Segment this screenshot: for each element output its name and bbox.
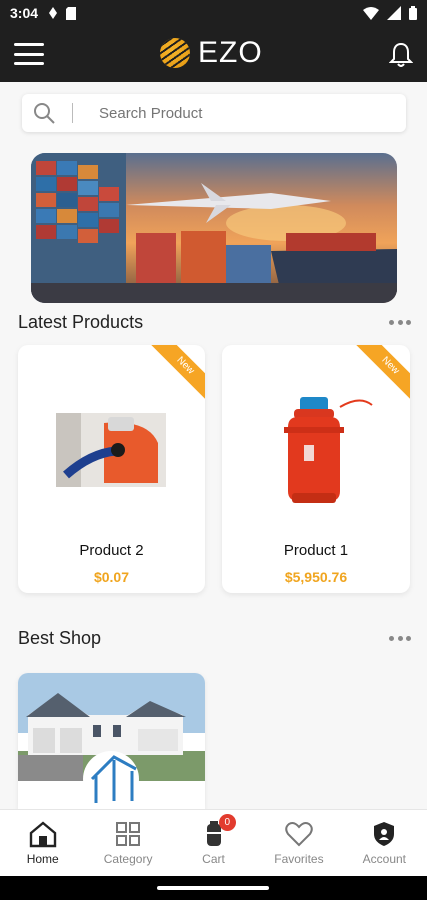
heart-icon xyxy=(285,822,313,847)
hamburger-line xyxy=(14,62,44,65)
bottom-navigation: Home Category 0 Cart Favorites Account xyxy=(0,809,427,876)
product-image xyxy=(284,397,373,503)
nav-label: Home xyxy=(26,852,59,866)
best-shop-more-button[interactable] xyxy=(389,636,411,642)
grid-icon xyxy=(116,822,141,846)
shield-user-icon xyxy=(374,822,395,846)
shop-image xyxy=(18,673,205,809)
brand-logo: EZO xyxy=(160,36,263,70)
promo-banner[interactable] xyxy=(31,153,397,303)
logo-mark-icon xyxy=(160,38,190,68)
nav-label: Cart xyxy=(202,852,225,866)
hamburger-line xyxy=(14,52,44,56)
status-time: 3:04 xyxy=(10,5,39,21)
best-shop-title: Best Shop xyxy=(18,628,102,648)
latest-more-button[interactable] xyxy=(389,320,411,326)
search-input[interactable] xyxy=(99,104,359,122)
nav-label: Favorites xyxy=(274,852,324,866)
product-name: Product 2 xyxy=(79,542,144,559)
latest-products-title: Latest Products xyxy=(18,312,144,332)
new-badge: New xyxy=(150,345,205,401)
nav-home[interactable]: Home xyxy=(0,810,85,876)
home-icon xyxy=(29,821,56,848)
search-icon xyxy=(34,103,55,124)
search-divider xyxy=(72,103,73,123)
sim-card-icon xyxy=(66,6,77,20)
menu-button[interactable] xyxy=(14,40,44,68)
gesture-bar xyxy=(0,876,427,900)
gesture-handle[interactable] xyxy=(157,886,269,890)
hamburger-line xyxy=(14,43,44,46)
nav-label: Account xyxy=(362,852,406,866)
battery-icon xyxy=(409,6,417,20)
nav-category[interactable]: Category xyxy=(85,810,170,876)
product-price: $0.07 xyxy=(93,569,130,585)
nav-label: Category xyxy=(103,852,153,866)
product-price: $5,950.76 xyxy=(284,569,348,585)
cart-badge: 0 xyxy=(218,814,236,831)
nav-account[interactable]: Account xyxy=(342,810,427,876)
brand-name: EZO xyxy=(198,36,263,69)
new-badge: New xyxy=(355,345,410,401)
search-bar[interactable] xyxy=(22,94,406,132)
shop-card[interactable] xyxy=(18,673,205,809)
bell-icon[interactable] xyxy=(389,42,413,68)
nav-favorites[interactable]: Favorites xyxy=(256,810,341,876)
product-card[interactable]: New Product 2 $0.07 xyxy=(18,345,205,593)
data-saver-icon xyxy=(49,7,58,19)
nav-cart[interactable]: 0 Cart xyxy=(171,810,256,876)
product-image xyxy=(56,413,166,487)
product-name: Product 1 xyxy=(283,542,349,559)
product-card[interactable]: New Product 1 $5,950.76 xyxy=(222,345,410,593)
wifi-icon xyxy=(363,6,379,20)
signal-icon xyxy=(387,6,401,20)
app-bar: EZO xyxy=(0,26,427,82)
status-bar: 3:04 xyxy=(0,0,427,26)
